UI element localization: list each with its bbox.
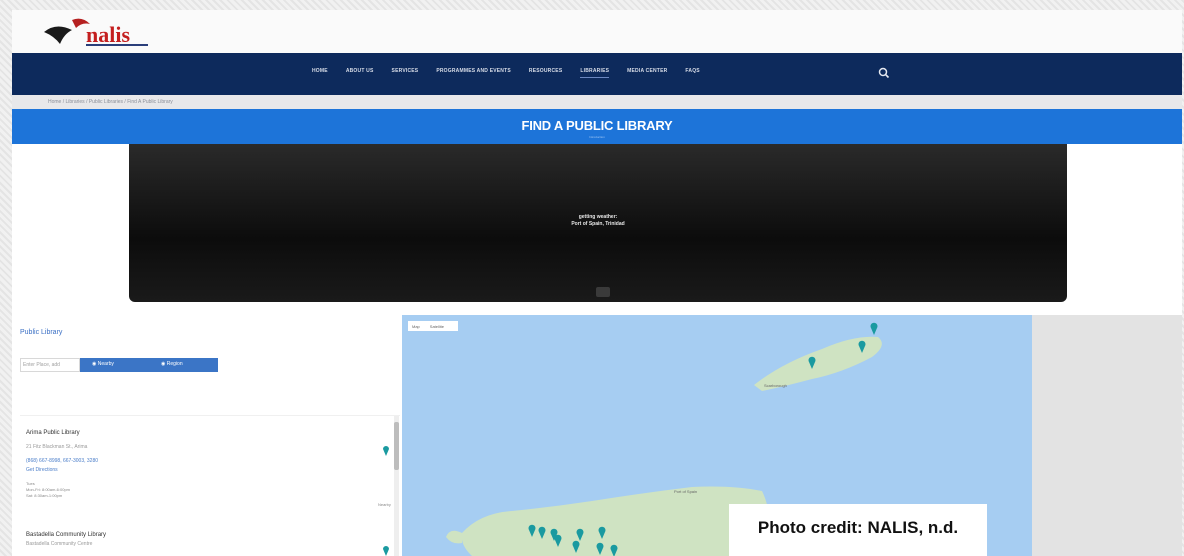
list-item[interactable]: Bastadella Community Library Bastadella …: [26, 532, 389, 556]
video-control[interactable]: [596, 287, 610, 297]
breadcrumb: Home / Libraries / Public Libraries / Fi…: [12, 95, 1182, 109]
region-button-label: Region: [166, 361, 183, 367]
nav-item[interactable]: PROGRAMMES AND EVENTS: [436, 68, 511, 78]
page-frame: nalis HOME ABOUT US SERVICES PROGRAMMES AND…: [12, 10, 1182, 556]
library-list: Arima Public Library 21 Fitz Blackman St…: [20, 415, 400, 556]
video-caption: getting weather: Port of Spain, Trinidad: [129, 214, 1067, 228]
trinidad-label: Port of Spain: [674, 489, 697, 494]
map-marker-icon[interactable]: [382, 444, 390, 456]
nav-item[interactable]: SERVICES: [392, 68, 419, 78]
photo-credit-box: Photo credit: NALIS, n.d.: [729, 504, 987, 556]
page-subtitle: Introduction: [589, 135, 605, 139]
library-address: Bastadella Community Centre: [26, 541, 93, 547]
library-phone[interactable]: (868) 667-8998, 667-3003, 3280: [26, 458, 386, 464]
video-caption-line2: Port of Spain, Trinidad: [571, 221, 625, 227]
weather-video-player[interactable]: getting weather: Port of Spain, Trinidad: [129, 144, 1067, 302]
nav-item[interactable]: LIBRARIES: [580, 68, 610, 78]
region-button[interactable]: ◉ Region: [149, 358, 218, 372]
library-name[interactable]: Arima Public Library: [26, 430, 386, 436]
nav-item[interactable]: FAQS: [685, 68, 699, 78]
nearby-button-label: Nearby: [97, 361, 114, 367]
video-caption-line1: getting weather:: [578, 214, 618, 220]
nav-item[interactable]: RESOURCES: [529, 68, 562, 78]
search-icon[interactable]: [878, 67, 890, 79]
map-marker-icon[interactable]: [382, 544, 390, 556]
map-marker-icon[interactable]: [870, 322, 878, 335]
map-type-map[interactable]: Map: [412, 324, 420, 329]
library-list-panel: Public Library Enter Place, add ◉ Nearby…: [12, 315, 402, 556]
nav-item[interactable]: MEDIA CENTER: [627, 68, 667, 78]
tobago-label: Scarborough: [764, 383, 787, 388]
library-hours: Tues Mon-Fri: 8:00am-6:00pm Sat: 8:30am-…: [26, 481, 386, 499]
panel-title: Public Library: [20, 329, 63, 336]
list-scrollbar-thumb[interactable]: [394, 422, 399, 470]
search-mode-buttons: ◉ Nearby ◉ Region: [80, 358, 218, 372]
directions-link[interactable]: Get Directions: [26, 467, 386, 473]
header-bar: nalis: [12, 10, 1182, 53]
map-type-satellite[interactable]: Satellite: [430, 324, 444, 329]
nalis-logo[interactable]: nalis: [42, 14, 152, 50]
breadcrumb-text[interactable]: Home / Libraries / Public Libraries / Fi…: [48, 99, 173, 105]
logo-text: nalis: [86, 22, 130, 47]
nav-item[interactable]: ABOUT US: [346, 68, 374, 78]
nav-menu: HOME ABOUT US SERVICES PROGRAMMES AND EVENT…: [312, 68, 700, 78]
page-banner: FIND A PUBLIC LIBRARY Introduction: [12, 109, 1182, 144]
library-name[interactable]: Bastadella Community Library: [26, 532, 386, 538]
nearby-button[interactable]: ◉ Nearby: [80, 358, 149, 372]
hours-line: Sat: 8:30am-1:00pm: [26, 493, 63, 498]
library-distance: Nearby: [378, 502, 391, 507]
map-side-area: [1032, 315, 1182, 556]
page-title: FIND A PUBLIC LIBRARY: [521, 118, 673, 133]
nav-item[interactable]: HOME: [312, 68, 328, 78]
list-item[interactable]: Arima Public Library 21 Fitz Blackman St…: [26, 430, 391, 507]
map-type-control[interactable]: Map Satellite: [408, 321, 458, 331]
main-nav: HOME ABOUT US SERVICES PROGRAMMES AND EVENT…: [12, 53, 1182, 95]
location-search-input[interactable]: Enter Place, add: [20, 358, 80, 372]
photo-credit: Photo credit: NALIS, n.d.: [757, 518, 959, 537]
library-address: 21 Fitz Blackman St., Arima: [26, 444, 88, 450]
